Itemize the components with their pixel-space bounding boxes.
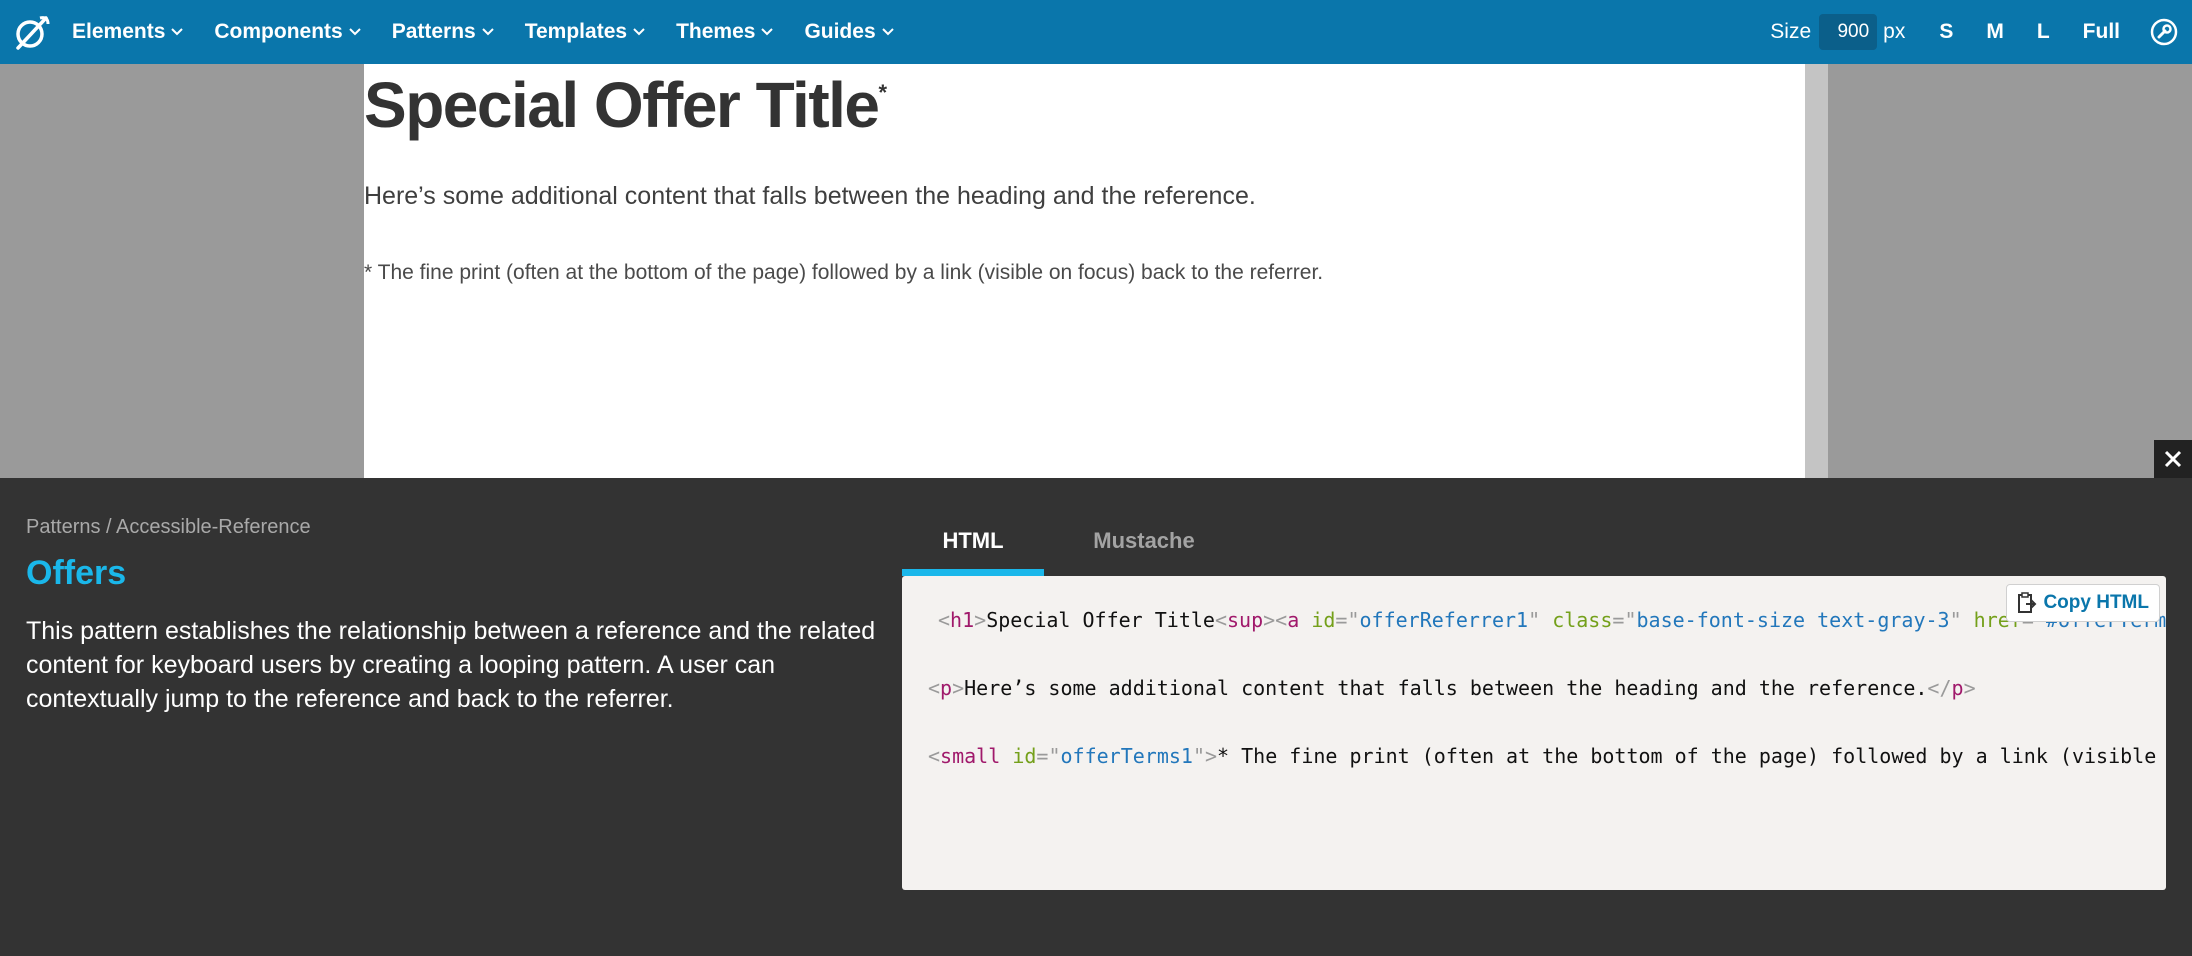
code-token: < — [1214, 608, 1228, 632]
pattern-viewport: Special Offer Title* Here’s some additio… — [364, 64, 1805, 478]
viewport-size-tools: Size px S M L Full — [1770, 0, 2192, 64]
code-token: " — [1192, 744, 1205, 768]
code-token: offerTerms1 — [1060, 744, 1193, 768]
code-token: p — [940, 676, 953, 700]
size-medium-button[interactable]: M — [1986, 20, 2004, 44]
size-label: Size — [1770, 20, 1812, 43]
code-token: h1 — [950, 608, 975, 632]
code-token: =" — [1335, 608, 1360, 632]
code-token: id — [1311, 608, 1336, 632]
code-token: small — [940, 744, 1001, 768]
nav-item-guides[interactable]: Guides — [804, 20, 894, 44]
code-token: sup — [1227, 608, 1264, 632]
copy-button-label: Copy HTML — [2043, 592, 2149, 613]
code-token: > — [1963, 676, 1976, 700]
chevron-down-icon — [171, 28, 184, 36]
nav-item-label: Elements — [72, 20, 166, 43]
nav-item-patterns[interactable]: Patterns — [392, 20, 494, 44]
nav-item-label: Components — [214, 20, 343, 43]
chevron-down-icon — [482, 28, 494, 36]
code-token: > — [974, 608, 987, 632]
code-token: < — [928, 744, 941, 768]
pattern-description: This pattern establishes the relationshi… — [26, 617, 876, 713]
offer-referrer-link[interactable]: * — [879, 80, 888, 105]
code-line: <h1>Special Offer Title<sup><a id="offer… — [938, 608, 2166, 632]
copy-html-button[interactable]: Copy HTML — [2006, 584, 2160, 622]
offer-title: Special Offer Title* — [364, 68, 887, 142]
chevron-down-icon — [633, 28, 645, 36]
close-icon[interactable] — [2154, 440, 2192, 478]
code-token: < — [928, 676, 941, 700]
size-large-button[interactable]: L — [2037, 20, 2050, 44]
code-token: * The fine print (often at the bottom of… — [1217, 744, 2166, 768]
top-nav-bar: Elements Components Patterns Templates T… — [0, 0, 2192, 64]
nav-item-label: Guides — [804, 20, 876, 43]
chevron-down-icon — [761, 28, 774, 36]
code-token: id — [1012, 744, 1037, 768]
pattern-lab-logo-icon[interactable] — [0, 0, 64, 64]
size-full-button[interactable]: Full — [2083, 20, 2120, 44]
wrench-icon[interactable] — [2136, 0, 2192, 64]
chevron-down-icon — [348, 28, 361, 36]
code-token: >< — [1263, 608, 1288, 632]
code-token: =" — [1036, 744, 1061, 768]
code-line: <small id="offerTerms1">* The fine print… — [928, 744, 2166, 768]
viewport-resize-handle[interactable] — [1805, 64, 1828, 478]
code-token: " — [1528, 608, 1541, 632]
nav-item-label: Themes — [676, 20, 756, 43]
code-viewer[interactable]: <h1>Special Offer Title<sup><a id="offer… — [902, 576, 2166, 890]
code-token: p — [1951, 676, 1964, 700]
code-token: > — [1205, 744, 1218, 768]
nav-item-elements[interactable]: Elements — [72, 20, 184, 44]
size-small-button[interactable]: S — [1939, 20, 1953, 44]
code-tabs: HTML Mustache — [902, 526, 1244, 576]
code-token: " — [1949, 608, 1962, 632]
offer-paragraph: Here’s some additional content that fall… — [364, 182, 1256, 210]
code-token: < — [938, 608, 951, 632]
code-token: Special Offer Title — [986, 608, 1215, 632]
nav-item-label: Templates — [524, 20, 628, 43]
code-token: class — [1552, 608, 1613, 632]
nav-item-components[interactable]: Components — [214, 20, 361, 44]
code-token: Here’s some additional content that fall… — [964, 676, 1928, 700]
offer-fine-print: * The fine print (often at the bottom of… — [364, 261, 1324, 284]
code-token: =" — [1612, 608, 1637, 632]
nav-item-label: Patterns — [391, 20, 476, 43]
offer-title-text: Special Offer Title — [364, 69, 880, 141]
chevron-down-icon — [881, 28, 894, 36]
nav-item-templates[interactable]: Templates — [525, 20, 645, 44]
code-line: <p>Here’s some additional content that f… — [928, 676, 1976, 700]
tab-mustache[interactable]: Mustache — [1044, 526, 1244, 576]
pattern-info-panel: Patterns / Accessible-Reference Offers T… — [0, 478, 2192, 956]
code-token: a — [1287, 608, 1300, 632]
code-token: > — [952, 676, 965, 700]
code-token: offerReferrer1 — [1359, 608, 1529, 632]
size-unit-label: px — [1883, 20, 1906, 43]
tab-html[interactable]: HTML — [902, 526, 1044, 576]
copy-icon — [2017, 592, 2037, 614]
breadcrumb: Patterns / Accessible-Reference — [26, 516, 311, 538]
code-token: </ — [1927, 676, 1952, 700]
code-token: base-font-size text-gray-3 — [1636, 608, 1950, 632]
main-nav: Elements Components Patterns Templates T… — [64, 0, 925, 64]
nav-item-themes[interactable]: Themes — [676, 20, 774, 44]
pattern-title: Offers — [26, 554, 127, 592]
size-input[interactable] — [1819, 14, 1878, 50]
